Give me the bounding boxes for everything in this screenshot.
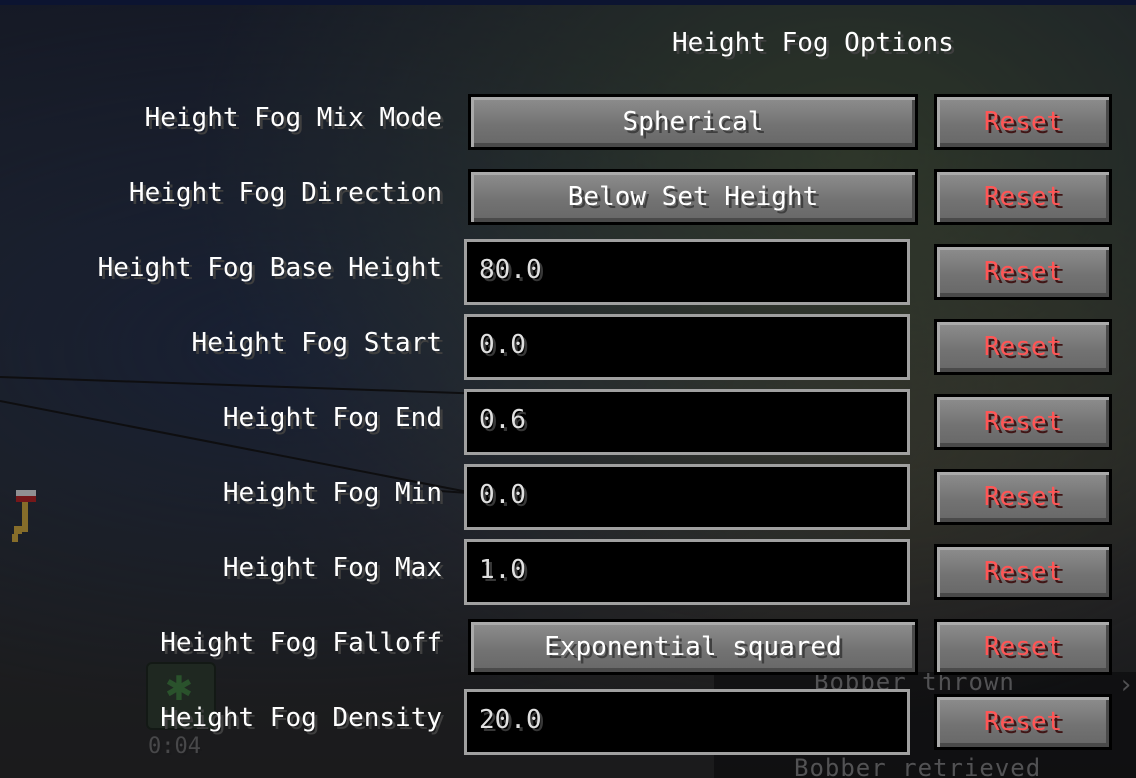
min-field[interactable]: 0.0 <box>464 464 910 530</box>
start-field[interactable]: 0.0 <box>464 314 910 380</box>
reset-button-base-height[interactable]: Reset <box>934 244 1112 300</box>
reset-button-direction[interactable]: Reset <box>934 169 1112 225</box>
reset-button-max[interactable]: Reset <box>934 544 1112 600</box>
direction-button[interactable]: Below Set Height <box>468 169 918 225</box>
page-title: Height Fog Options <box>672 28 954 58</box>
density-field[interactable]: 20.0 <box>464 689 910 755</box>
reset-button-start[interactable]: Reset <box>934 319 1112 375</box>
reset-button-min[interactable]: Reset <box>934 469 1112 525</box>
option-label-falloff: Height Fog Falloff <box>160 628 442 658</box>
reset-button-density[interactable]: Reset <box>934 694 1112 750</box>
reset-button-end[interactable]: Reset <box>934 394 1112 450</box>
option-label-max: Height Fog Max <box>222 553 442 583</box>
option-label-start: Height Fog Start <box>191 328 442 358</box>
option-label-min: Height Fog Min <box>222 478 442 508</box>
mix-mode-button[interactable]: Spherical <box>468 94 918 150</box>
base-height-field[interactable]: 80.0 <box>464 239 910 305</box>
option-label-base-height: Height Fog Base Height <box>97 253 442 283</box>
max-field[interactable]: 1.0 <box>464 539 910 605</box>
option-label-mix-mode: Height Fog Mix Mode <box>144 103 442 133</box>
option-label-direction: Height Fog Direction <box>128 178 442 208</box>
reset-button-mix-mode[interactable]: Reset <box>934 94 1112 150</box>
end-field[interactable]: 0.6 <box>464 389 910 455</box>
reset-button-falloff[interactable]: Reset <box>934 619 1112 675</box>
option-label-end: Height Fog End <box>222 403 442 433</box>
falloff-button[interactable]: Exponential squared <box>468 619 918 675</box>
option-label-density: Height Fog Density <box>160 703 442 733</box>
